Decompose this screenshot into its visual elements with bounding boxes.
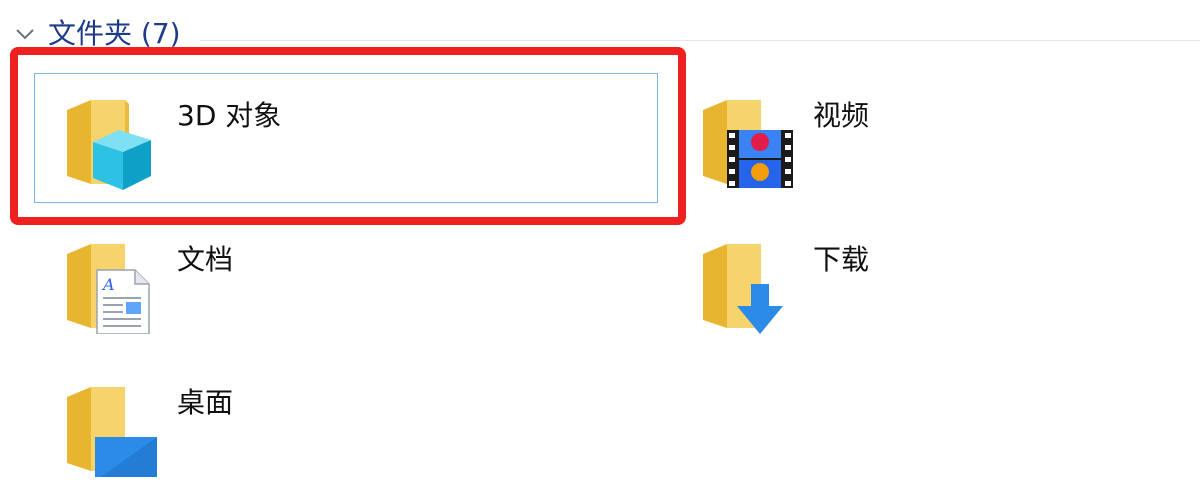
folder-label: 视频 [813, 99, 870, 132]
folder-item-desktop[interactable]: 桌面 [34, 360, 658, 490]
desktop-folder-icon [67, 387, 157, 477]
folder-item-videos[interactable]: 视频 [670, 73, 1200, 203]
folder-label: 3D 对象 [177, 99, 282, 132]
documents-folder-icon: A [67, 244, 150, 334]
folder-label: 下载 [813, 243, 870, 276]
downloads-folder-icon [703, 244, 783, 334]
folders-group-title: 文件夹 (7) [48, 17, 181, 50]
folder-item-downloads[interactable]: 下载 [670, 217, 1200, 347]
chevron-down-icon[interactable] [14, 23, 36, 45]
group-divider [200, 40, 1200, 41]
folder-item-3d-objects[interactable]: 3D 对象 [34, 73, 658, 203]
file-explorer-view: 文件夹 (7) 3D 对象 视频 A 文档 下载 桌面 [0, 0, 1200, 498]
folder-item-documents[interactable]: A 文档 [34, 217, 658, 347]
folder-label: 桌面 [177, 386, 234, 419]
videos-folder-icon [703, 100, 793, 188]
folders-group-header[interactable]: 文件夹 (7) [14, 14, 181, 54]
3d-objects-folder-icon [67, 100, 151, 190]
folder-label: 文档 [177, 243, 234, 276]
svg-text:A: A [101, 275, 115, 294]
